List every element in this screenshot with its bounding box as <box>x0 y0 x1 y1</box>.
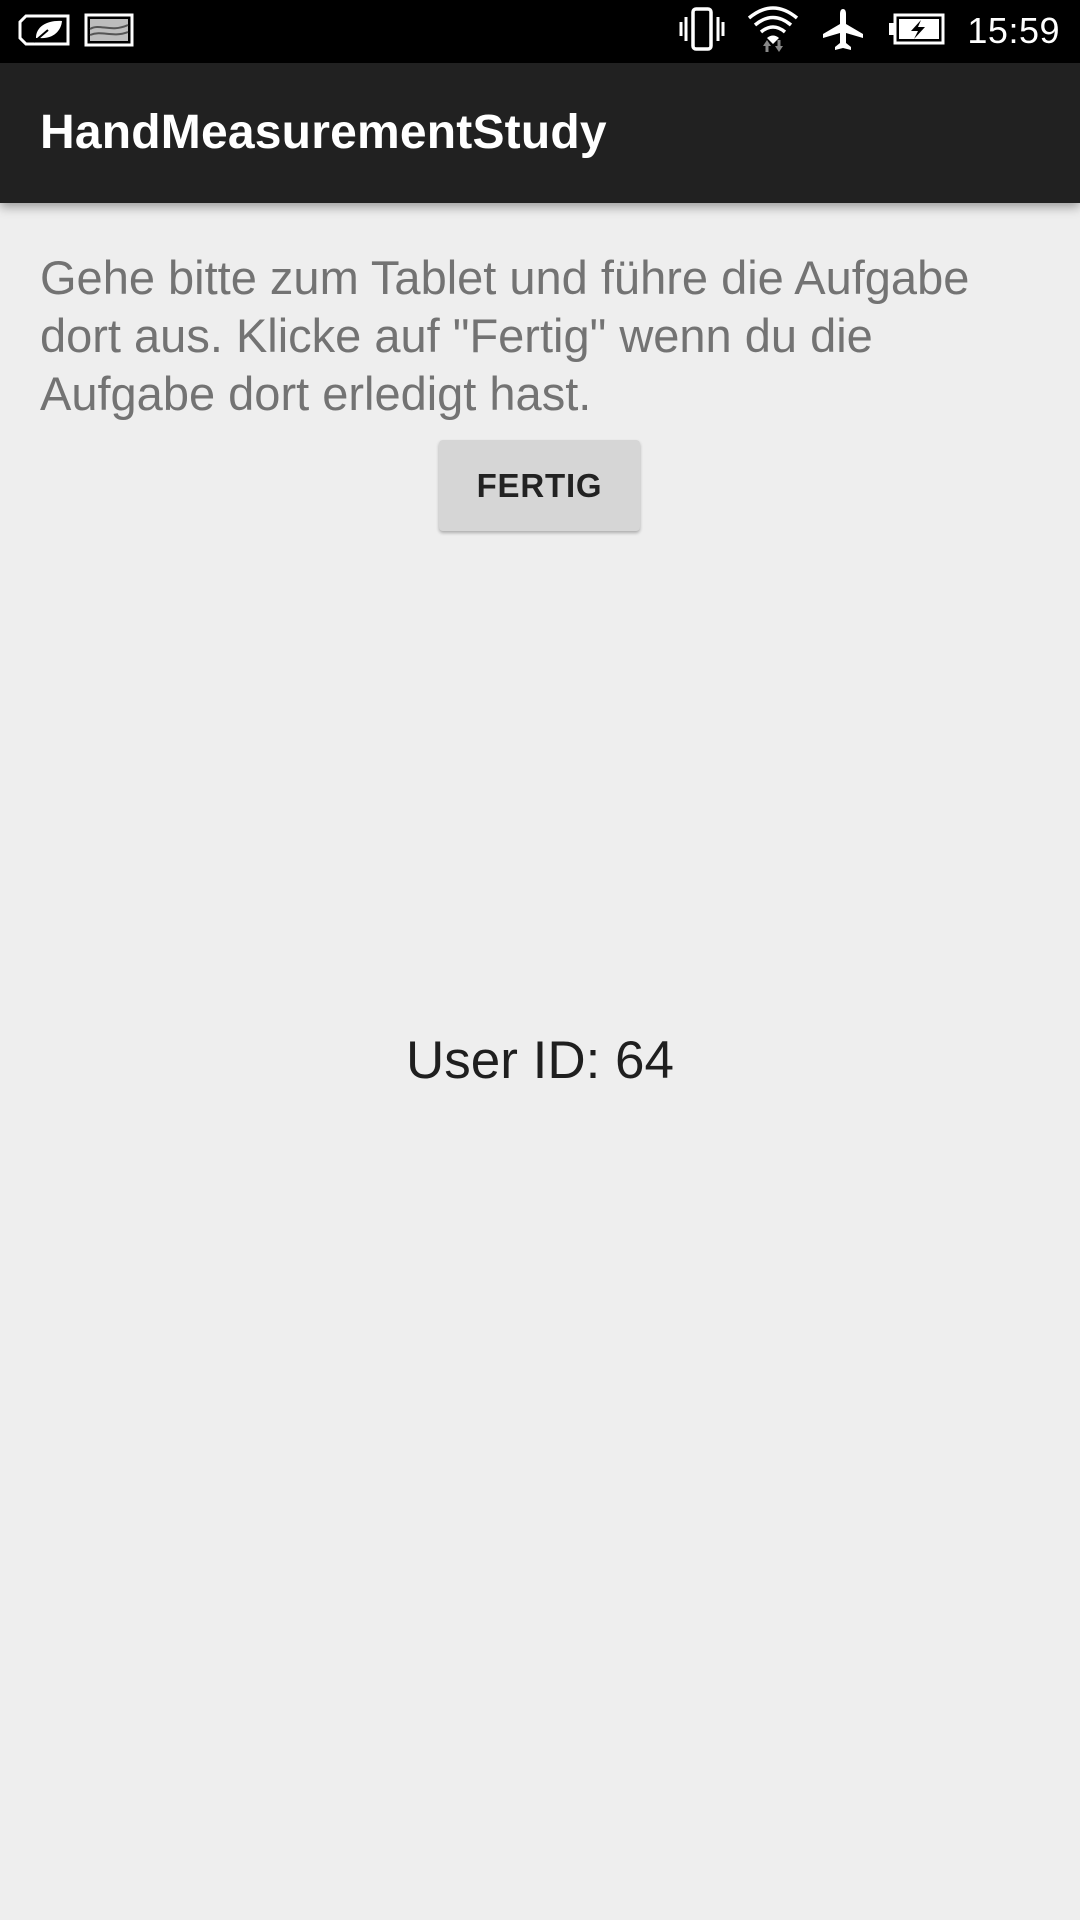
status-time: 15:59 <box>967 10 1060 51</box>
battery-charging-icon <box>887 12 945 51</box>
main-content: Gehe bitte zum Tablet und führe die Aufg… <box>0 203 1080 1920</box>
airplane-mode-icon <box>821 7 865 56</box>
wifi-icon <box>747 4 799 59</box>
image-notification-icon <box>84 12 134 53</box>
system-status-icons: 15:59 <box>679 4 1060 59</box>
instruction-text: Gehe bitte zum Tablet und führe die Aufg… <box>40 251 970 420</box>
user-id-label: User ID: 64 <box>405 1031 675 1090</box>
leaf-notification-icon <box>18 12 72 53</box>
vibrate-icon <box>679 6 725 56</box>
app-toolbar: HandMeasurementStudy <box>0 63 1080 203</box>
done-button[interactable]: FERTIG <box>439 440 640 531</box>
notification-icons <box>18 12 134 53</box>
app-title: HandMeasurementStudy <box>40 106 607 159</box>
status-bar: 15:59 <box>0 0 1080 63</box>
